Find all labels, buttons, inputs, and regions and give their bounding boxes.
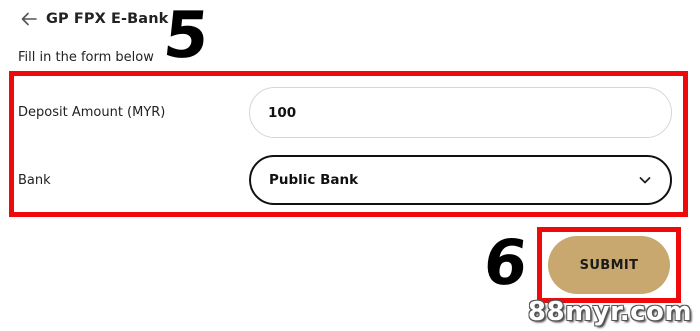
submit-button[interactable]: SUBMIT: [548, 236, 670, 294]
bank-label: Bank: [18, 173, 51, 188]
deposit-amount-input[interactable]: 100: [249, 87, 672, 138]
chevron-down-icon: [639, 177, 651, 184]
deposit-amount-value: 100: [268, 104, 297, 121]
deposit-amount-label: Deposit Amount (MYR): [18, 105, 166, 120]
bank-select[interactable]: Public Bank: [249, 155, 672, 205]
arrow-left-icon: [21, 12, 37, 26]
bank-select-value: Public Bank: [269, 172, 359, 188]
page-header: GP FPX E-Bank: [18, 6, 168, 32]
form-subtitle: Fill in the form below: [18, 50, 154, 65]
step-number-5: 5: [160, 0, 213, 73]
page-title: GP FPX E-Bank: [46, 11, 169, 27]
watermark: 88myr.com: [527, 297, 692, 327]
step-number-6: 6: [480, 226, 532, 299]
back-button[interactable]: [18, 8, 40, 30]
